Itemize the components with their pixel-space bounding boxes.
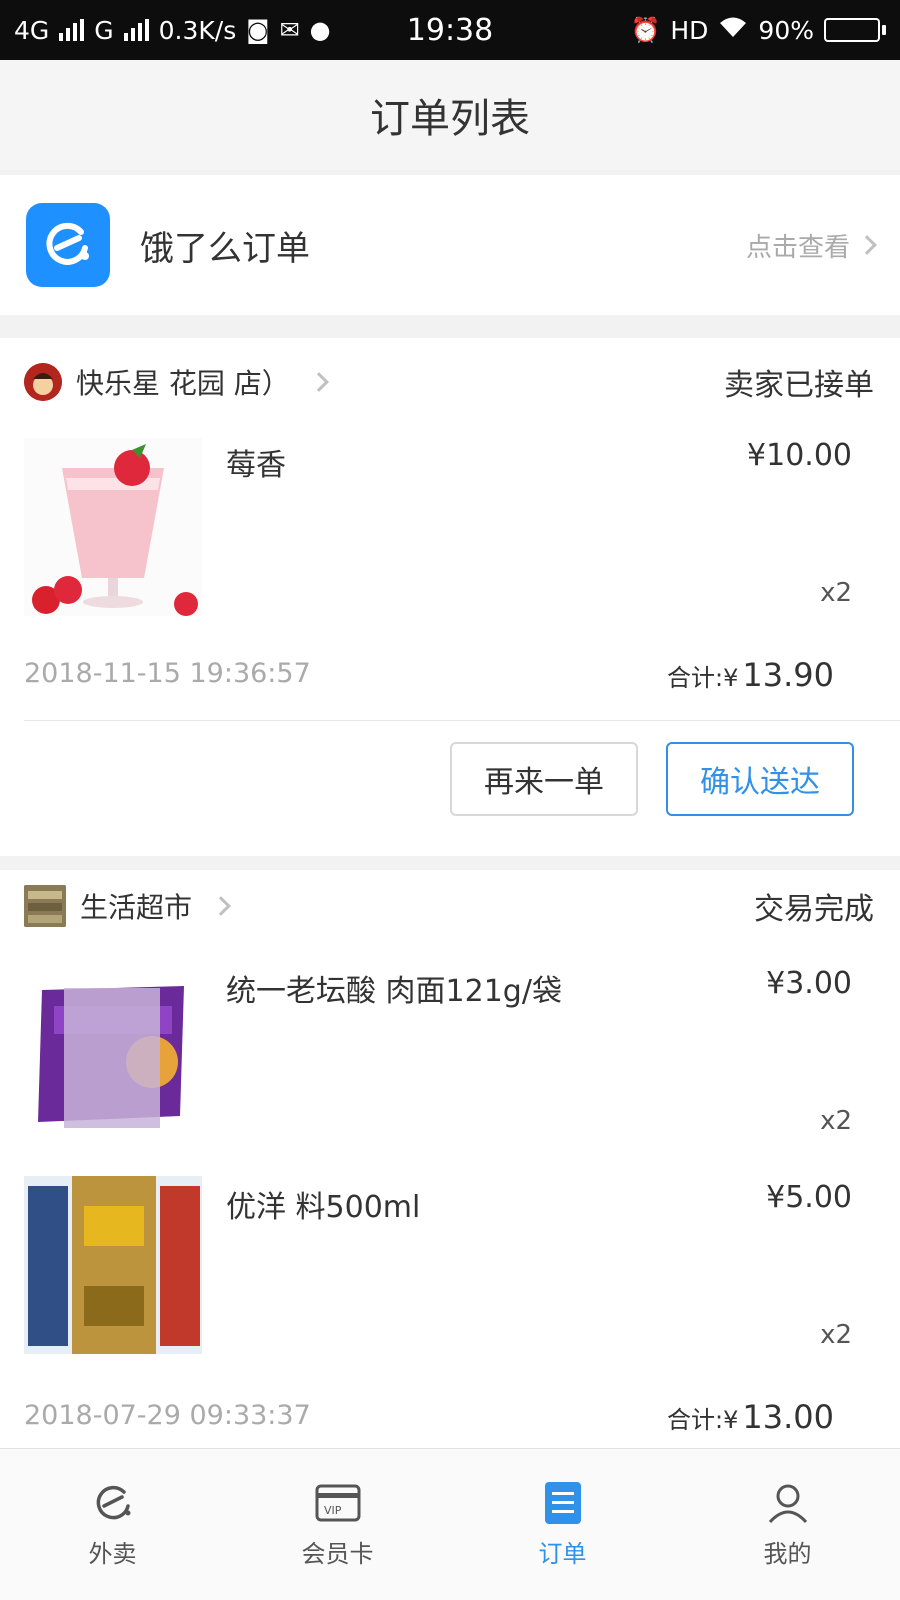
tab-orders[interactable]: 订单 [450,1449,675,1600]
eleme-orders-title: 饿了么订单 [140,228,310,269]
chevron-right-icon [211,896,231,916]
tab-label: 订单 [538,1540,587,1568]
product-name[interactable]: 莓香 [226,440,286,484]
shop-header[interactable]: 快乐星 花园 店） 卖家已接单 [24,360,874,404]
vip-card-icon: VIP [315,1480,361,1526]
network-speed: 0.3K/s [158,15,237,45]
product-image[interactable] [24,966,202,1144]
tab-profile[interactable]: 我的 [675,1449,900,1600]
total-label: 合计:¥ [667,1406,739,1434]
order-card: 生活超市 交易完成 统一老坛酸 肉面121g/袋 ¥3.00 x2 优洋 料50… [0,870,900,1480]
product-name[interactable]: 统一老坛酸 肉面121g/袋 [226,966,562,1010]
order-total: 合计:¥ 13.90 [667,656,834,694]
tab-vip-card[interactable]: VIP 会员卡 [225,1449,450,1600]
eleme-icon [90,1480,136,1526]
order-time: 2018-07-29 09:33:37 [24,1400,311,1431]
svg-text:VIP: VIP [324,1504,342,1517]
network-g-label: G [94,15,114,45]
status-left: 4G G 0.3K/s ◙ ✉ ● [14,16,331,45]
wechat-icon: ✉ [279,16,300,44]
tab-label: 我的 [763,1540,812,1568]
chevron-right-icon [308,372,329,392]
chevron-right-icon [857,235,877,255]
order-list-icon [540,1480,586,1526]
product-quantity: x2 [820,578,852,608]
shop-avatar [24,363,62,401]
status-right: ⏰ HD 90% [630,15,886,45]
total-value: 13.90 [742,656,834,694]
order-status: 卖家已接单 [724,368,874,403]
notification-app-icon: ◙ [246,16,270,44]
shop-header[interactable]: 生活超市 交易完成 [24,884,874,928]
view-eleme-orders-link[interactable]: 点击查看 [745,227,877,264]
bottom-tab-bar: 外卖 VIP 会员卡 订单 我的 [0,1448,900,1600]
signal-strength-icon-2 [123,19,149,41]
reorder-button[interactable]: 再来一单 [450,742,638,816]
battery-icon [824,18,886,42]
battery-percent: 90% [758,15,814,45]
wifi-icon [718,15,748,45]
tab-label: 会员卡 [301,1540,374,1568]
product-price: ¥3.00 [766,966,852,1001]
product-quantity: x2 [820,1320,852,1350]
status-bar: 4G G 0.3K/s ◙ ✉ ● 19:38 ⏰ HD 90% [0,0,900,60]
shop-name: 快乐星 花园 店） [76,367,290,400]
order-card: 快乐星 花园 店） 卖家已接单 莓香 ¥10.00 x2 2018-11-15 … [0,338,900,856]
page-title: 订单列表 [0,60,900,170]
profile-icon [765,1480,811,1526]
view-link-label: 点击查看 [745,232,850,263]
hd-label: HD [670,15,709,45]
planet-icon: ● [309,16,331,44]
shop-avatar [24,885,66,927]
shop-name: 生活超市 [80,891,193,924]
alarm-icon: ⏰ [630,16,661,44]
product-price: ¥10.00 [747,438,852,473]
network-4g-label: 4G [14,15,50,45]
product-image[interactable] [24,438,202,616]
total-value: 13.00 [742,1398,834,1436]
eleme-orders-entry[interactable]: 饿了么订单 点击查看 [0,175,900,315]
divider [24,720,900,721]
confirm-delivery-button[interactable]: 确认送达 [666,742,854,816]
tab-label: 外卖 [88,1540,137,1568]
order-total: 合计:¥ 13.00 [667,1398,834,1436]
product-name[interactable]: 优洋 料500ml [226,1182,420,1226]
tab-takeout[interactable]: 外卖 [0,1449,225,1600]
eleme-logo-icon [26,203,110,287]
product-quantity: x2 [820,1106,852,1136]
order-status: 交易完成 [754,892,874,927]
product-image[interactable] [24,1176,202,1354]
product-price: ¥5.00 [766,1180,852,1215]
signal-strength-icon [59,19,85,41]
order-time: 2018-11-15 19:36:57 [24,658,311,689]
total-label: 合计:¥ [667,664,739,692]
